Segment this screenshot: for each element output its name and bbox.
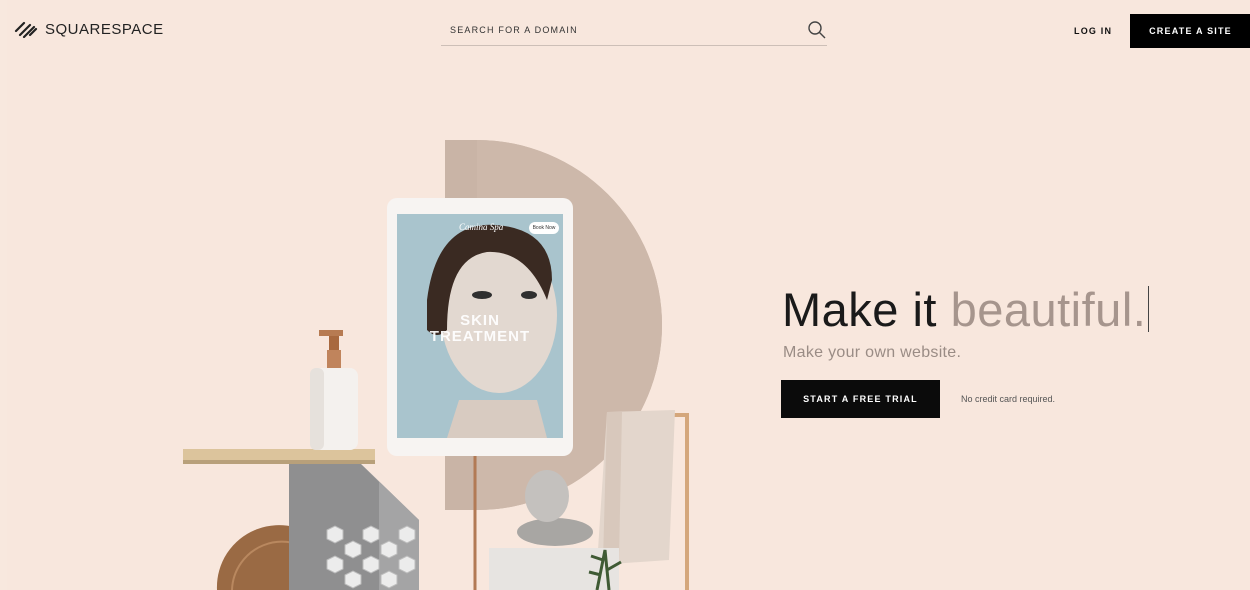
logo-text: SQUARESPACE — [45, 20, 164, 38]
create-site-button[interactable]: CREATE A SITE — [1130, 14, 1250, 48]
login-link[interactable]: LOG IN — [1074, 26, 1112, 36]
hero-illustration — [183, 140, 689, 590]
search-input[interactable]: SEARCH FOR A DOMAIN — [450, 25, 578, 35]
hero-subhead: Make your own website. — [783, 344, 962, 361]
headline-light: beautiful. — [950, 283, 1147, 336]
domain-search[interactable]: SEARCH FOR A DOMAIN — [441, 18, 827, 46]
tablet-book-button: Book Now — [529, 222, 559, 234]
squarespace-logo-icon — [14, 21, 38, 38]
text-caret — [1148, 286, 1150, 332]
headline-dark: Make it — [782, 283, 937, 336]
tablet-title-line2: TREATMENT — [429, 328, 531, 345]
tablet-site-name: Camina Spa — [459, 222, 504, 232]
start-free-trial-button[interactable]: START A FREE TRIAL — [781, 380, 940, 418]
search-icon[interactable] — [807, 20, 827, 40]
tablet-title-line1: SKIN — [460, 312, 500, 329]
no-credit-card-note: No credit card required. — [961, 394, 1056, 404]
page: Camina Spa Book Now SKIN TREATMENT SQUAR… — [7, 0, 1250, 590]
logo-link[interactable]: SQUARESPACE — [13, 20, 164, 38]
top-nav: SQUARESPACE SEARCH FOR A DOMAIN LOG IN C… — [7, 0, 1250, 60]
hero-headline: Make it beautiful. — [782, 282, 1150, 337]
